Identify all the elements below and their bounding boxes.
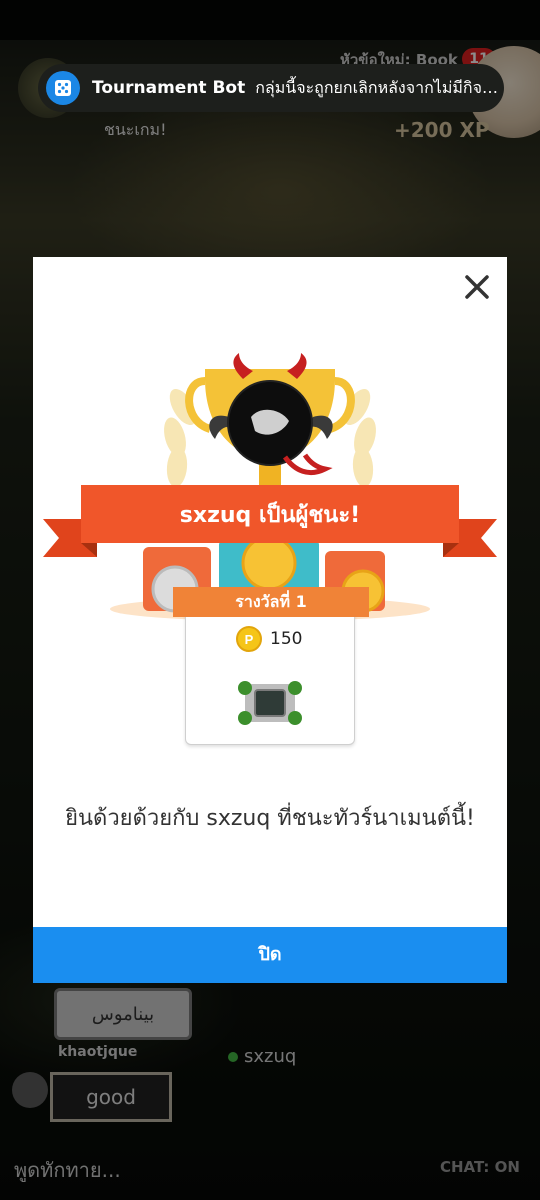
congrats-message: ยินด้วยด้วยกับ sxzuq ที่ชนะทัวร์นาเมนต์น… — [65, 806, 475, 831]
winner-banner: sxzuq เป็นผู้ชนะ! — [179, 503, 361, 528]
coin-reward: P 150 — [236, 626, 302, 652]
svg-text:P: P — [245, 632, 254, 647]
notification-toast[interactable]: Tournament Bot กลุ่มนี้จะถูกยกเลิกหลังจา… — [38, 64, 504, 112]
frame-item-icon — [238, 681, 302, 725]
winner-dialog: sxzuq เป็นผู้ชนะ! P 150 รางวัลที่ 1 ยินด… — [33, 257, 507, 983]
close-icon[interactable] — [459, 269, 495, 305]
toast-message: กลุ่มนี้จะถูกยกเลิกหลังจากไม่มีกิจกรรม — [255, 77, 504, 97]
toast-title: Tournament Bot — [92, 78, 246, 98]
winner-illustration — [43, 353, 497, 621]
reward-rank-label: รางวัลที่ 1 — [173, 587, 369, 617]
coin-amount: 150 — [270, 629, 303, 649]
dice-icon — [46, 71, 80, 105]
reward-card: P 150 — [185, 609, 355, 745]
close-button[interactable]: ปิด — [33, 927, 507, 983]
p-coin-icon: P — [236, 626, 262, 652]
